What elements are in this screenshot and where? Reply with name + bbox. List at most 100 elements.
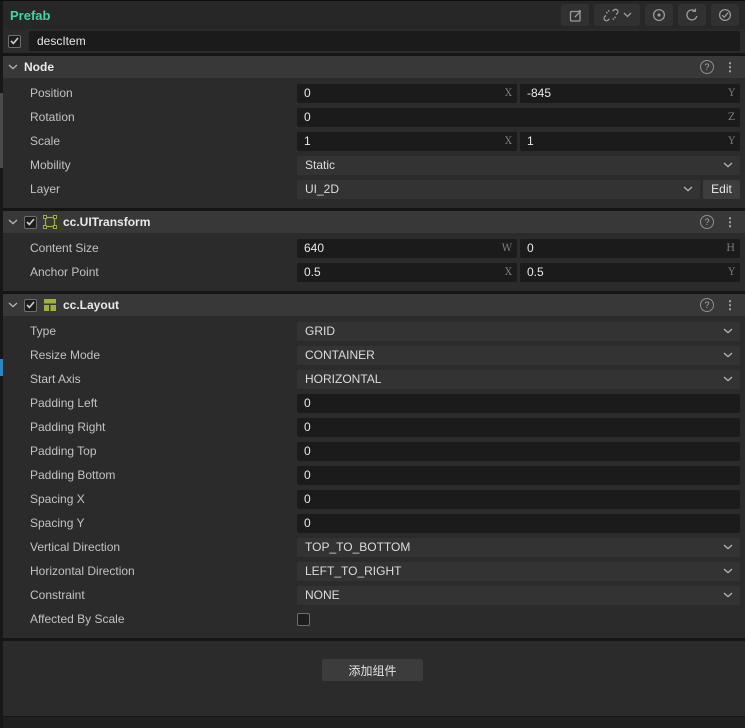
section-uitransform: cc.UITransform? ⋮ Content Size 640 W 0 H Anchor… <box>0 208 745 291</box>
component-enabled-checkbox[interactable] <box>24 298 37 312</box>
more-options-icon[interactable]: ⋮ <box>724 61 736 73</box>
input-padding-left[interactable]: 0 <box>297 393 740 413</box>
scroll-mark-blue <box>0 359 3 376</box>
section-body-layout: Type GRID Resize Mode CONTAINER Start Axis HO… <box>0 316 745 638</box>
axis-suffix: Z <box>728 111 735 123</box>
row-value-mobility: Static <box>297 155 740 175</box>
input-position-x[interactable]: 0X <box>297 83 517 103</box>
node-name-input[interactable]: descItem <box>29 31 740 51</box>
chevron-down-icon[interactable] <box>8 64 18 70</box>
axis-suffix: H <box>726 242 735 254</box>
row-value-horizontal-direction: LEFT_TO_RIGHT <box>297 561 740 581</box>
field-label: Anchor Point <box>30 265 99 279</box>
field-label: Padding Left <box>30 396 98 410</box>
input-scale-y[interactable]: 1Y <box>520 131 740 151</box>
row-value-spacing-y: 0 <box>297 513 740 533</box>
row-value-start-axis: HORIZONTAL <box>297 369 740 389</box>
input-position-y[interactable]: -845 Y <box>520 83 740 103</box>
node-active-checkbox[interactable] <box>8 34 21 48</box>
panel-left-edge <box>0 1 3 728</box>
select-value: CONTAINER <box>305 348 375 362</box>
chevron-down-icon <box>723 376 733 382</box>
input-anchor-point-x[interactable]: 0.5 X <box>297 262 517 282</box>
help-icon[interactable]: ? <box>700 60 714 74</box>
input-value: 0 <box>304 492 311 506</box>
select-horizontal-direction[interactable]: LEFT_TO_RIGHT <box>297 561 740 581</box>
field-label: Padding Top <box>30 444 97 458</box>
field-label: Vertical Direction <box>30 540 121 554</box>
input-anchor-point-y[interactable]: 0.5 Y <box>520 262 740 282</box>
field-label: Constraint <box>30 588 85 602</box>
row-value-content-size: 640 W 0 H <box>297 238 740 258</box>
input-value: 0 <box>304 444 311 458</box>
select-mobility[interactable]: Static <box>297 155 740 175</box>
chevron-down-icon <box>723 592 733 598</box>
help-icon[interactable]: ? <box>700 298 714 312</box>
input-padding-top[interactable]: 0 <box>297 441 740 461</box>
unlink-prefab-button[interactable] <box>594 4 640 26</box>
input-rotation-z[interactable]: 0Z <box>297 107 740 127</box>
input-padding-bottom[interactable]: 0 <box>297 465 740 485</box>
input-content-size-h[interactable]: 0H <box>520 238 740 258</box>
row-position: Position 0 X -845 Y <box>0 81 745 105</box>
section-header-layout[interactable]: cc.Layout? ⋮ <box>0 294 745 316</box>
input-value: 0.5 <box>527 265 544 279</box>
section-body-node: Position 0 X -845 Y Rotation 0 Z Scale 1 X 1 Y Mobili… <box>0 78 745 208</box>
row-value-layer: UI_2D Edit <box>297 179 740 199</box>
input-padding-right[interactable]: 0 <box>297 417 740 437</box>
inspector-panel: Prefab descItem Node? ⋮ Position 0 X -845 Y Rot… <box>0 1 745 728</box>
add-component-button[interactable]: 添加组件 <box>322 659 423 681</box>
chevron-down-icon <box>723 162 733 168</box>
more-options-icon[interactable]: ⋮ <box>724 216 736 228</box>
section-node: Node? ⋮ Position 0 X -845 Y Rotation 0 Z Scale 1 X 1 Y… <box>0 53 745 208</box>
chevron-down-icon <box>723 544 733 550</box>
row-value-rotation: 0Z <box>297 107 740 127</box>
confirm-button[interactable] <box>711 4 739 26</box>
chevron-down-icon[interactable] <box>8 302 18 308</box>
node-name-row: descItem <box>0 29 745 53</box>
input-spacing-y[interactable]: 0 <box>297 513 740 533</box>
edit-layer-button[interactable]: Edit <box>703 179 740 199</box>
section-header-uitransform[interactable]: cc.UITransform? ⋮ <box>0 211 745 233</box>
select-start-axis[interactable]: HORIZONTAL <box>297 369 740 389</box>
select-resize-mode[interactable]: CONTAINER <box>297 345 740 365</box>
input-scale-x[interactable]: 1X <box>297 131 517 151</box>
input-value: 0 <box>304 86 311 100</box>
input-content-size-w[interactable]: 640 W <box>297 238 517 258</box>
undo-button[interactable] <box>678 4 706 26</box>
component-enabled-checkbox[interactable] <box>24 215 37 229</box>
help-icon[interactable]: ? <box>700 215 714 229</box>
row-value-padding-top: 0 <box>297 441 740 461</box>
input-value: 0 <box>304 420 311 434</box>
select-value: LEFT_TO_RIGHT <box>305 564 402 578</box>
row-vertical-direction: Vertical Direction TOP_TO_BOTTOM <box>0 535 745 559</box>
field-label: Spacing X <box>30 492 85 506</box>
affected-by-scale-checkbox[interactable] <box>297 612 310 626</box>
row-value-scale: 1X1Y <box>297 131 740 151</box>
layout-icon <box>43 298 57 312</box>
chevron-down-icon <box>623 12 632 18</box>
select-layer[interactable]: UI_2D <box>297 179 700 199</box>
chevron-down-icon[interactable] <box>8 219 18 225</box>
row-constraint: Constraint NONE <box>0 583 745 607</box>
scroll-mark-gray <box>0 93 3 168</box>
select-vertical-direction[interactable]: TOP_TO_BOTTOM <box>297 537 740 557</box>
row-value-resize-mode: CONTAINER <box>297 345 740 365</box>
input-value: 0 <box>304 396 311 410</box>
select-type[interactable]: GRID <box>297 321 740 341</box>
more-options-icon[interactable]: ⋮ <box>724 299 736 311</box>
row-content-size: Content Size 640 W 0 H <box>0 236 745 260</box>
row-value-affected-by-scale <box>297 612 740 626</box>
uitransform-icon <box>43 215 57 229</box>
input-spacing-x[interactable]: 0 <box>297 489 740 509</box>
row-padding-bottom: Padding Bottom 0 <box>0 463 745 487</box>
select-constraint[interactable]: NONE <box>297 585 740 605</box>
row-scale: Scale 1 X 1 Y <box>0 129 745 153</box>
chevron-down-icon <box>723 328 733 334</box>
field-label: Scale <box>30 134 61 148</box>
row-start-axis: Start Axis HORIZONTAL <box>0 367 745 391</box>
row-type: Type GRID <box>0 319 745 343</box>
section-header-node[interactable]: Node? ⋮ <box>0 56 745 78</box>
edit-prefab-button[interactable] <box>561 4 589 26</box>
locate-prefab-button[interactable] <box>645 4 673 26</box>
